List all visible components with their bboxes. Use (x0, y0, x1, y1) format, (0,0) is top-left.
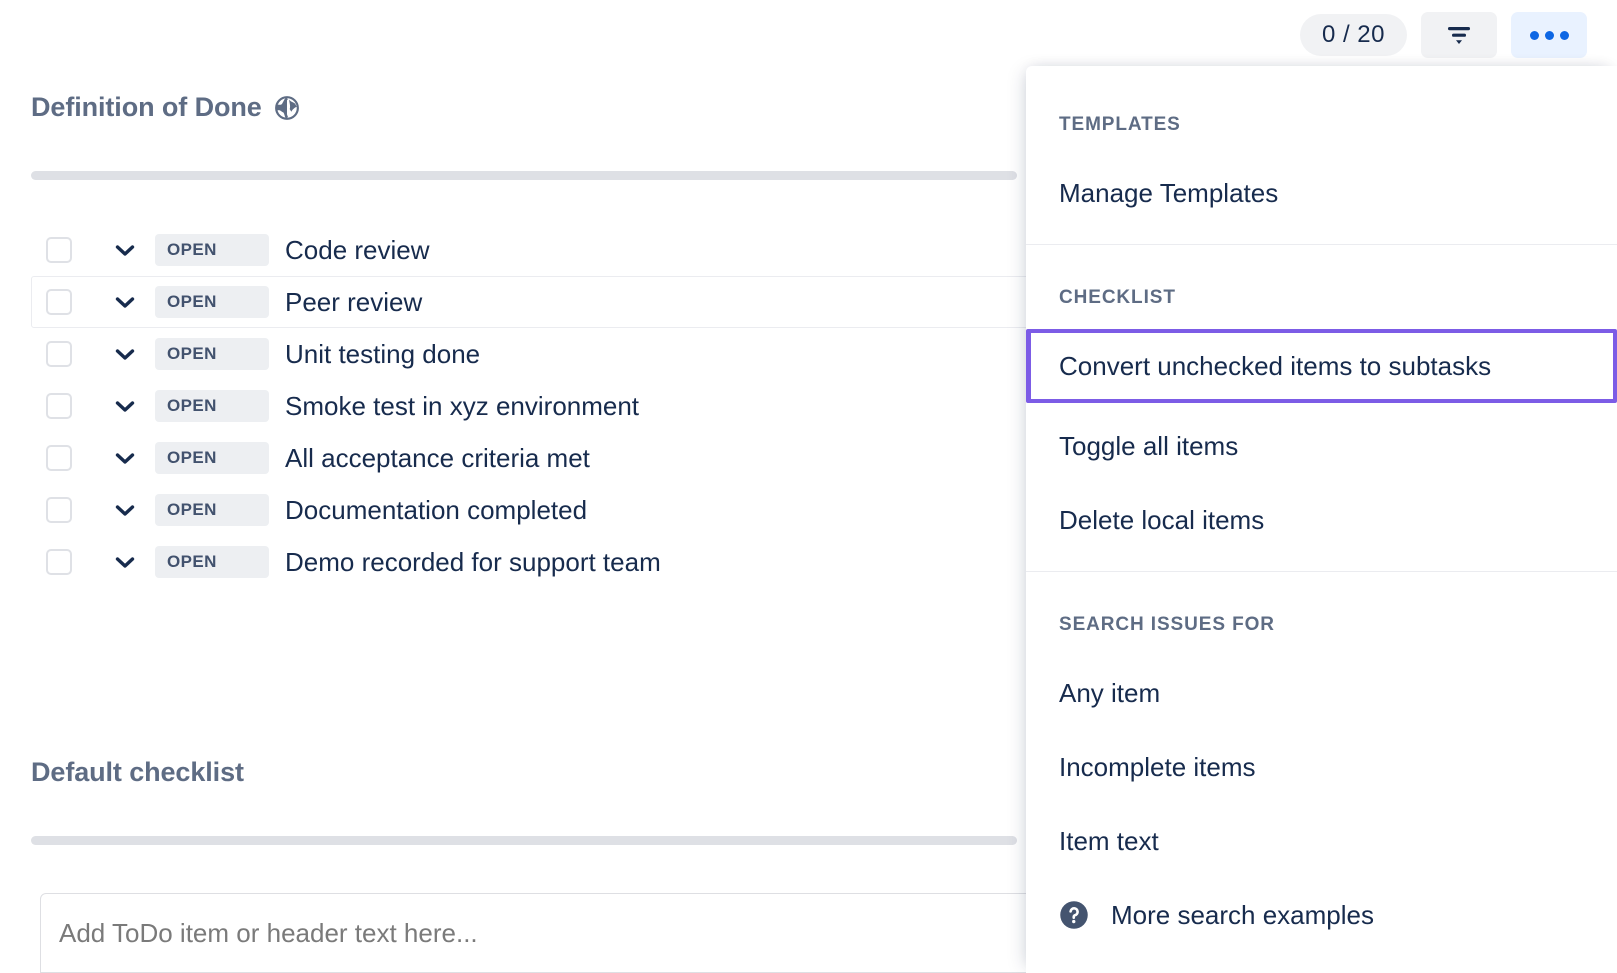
globe-icon (274, 95, 300, 121)
table-row[interactable]: OPEN Documentation completed (31, 484, 1030, 536)
chevron-down-icon[interactable] (108, 452, 142, 465)
item-checkbox[interactable] (46, 445, 72, 471)
chevron-down-icon[interactable] (108, 244, 142, 257)
default-checklist-label: Default checklist (31, 757, 244, 788)
menu-section-search-header: SEARCH ISSUES FOR (1026, 614, 1617, 636)
item-checkbox[interactable] (46, 393, 72, 419)
status-badge: OPEN (155, 494, 269, 526)
section-divider-bar (31, 171, 1017, 180)
definition-of-done-title: Definition of Done (31, 92, 300, 123)
help-circle-icon (1059, 900, 1089, 930)
more-options-menu: TEMPLATES Manage Templates CHECKLIST Con… (1026, 66, 1617, 973)
menu-item-item-text[interactable]: Item text (1026, 818, 1617, 864)
checklist-content: Definition of Done OPEN Code review (0, 0, 1030, 973)
item-checkbox[interactable] (46, 237, 72, 263)
status-badge: OPEN (155, 546, 269, 578)
menu-section-templates-header: TEMPLATES (1026, 114, 1617, 136)
item-checkbox[interactable] (46, 549, 72, 575)
menu-item-incomplete-items[interactable]: Incomplete items (1026, 744, 1617, 790)
table-row[interactable]: OPEN All acceptance criteria met (31, 432, 1030, 484)
status-badge: OPEN (155, 442, 269, 474)
item-text: Demo recorded for support team (285, 547, 661, 578)
chevron-down-icon[interactable] (108, 400, 142, 413)
menu-item-more-search-examples[interactable]: More search examples (1026, 892, 1617, 938)
add-item-input[interactable] (40, 893, 1030, 973)
item-text: Documentation completed (285, 495, 587, 526)
table-row[interactable]: OPEN Peer review (31, 276, 1030, 328)
section-divider-bar (31, 836, 1017, 845)
ellipsis-icon (1530, 31, 1569, 40)
item-checkbox[interactable] (46, 341, 72, 367)
item-text: Peer review (285, 287, 422, 318)
checklist-rows: OPEN Code review OPEN Peer review (31, 224, 1030, 588)
status-badge: OPEN (155, 286, 269, 318)
item-text: Smoke test in xyz environment (285, 391, 639, 422)
table-row[interactable]: OPEN Smoke test in xyz environment (31, 380, 1030, 432)
menu-item-convert-unchecked-to-subtasks[interactable]: Convert unchecked items to subtasks (1026, 329, 1617, 403)
definition-of-done-label: Definition of Done (31, 92, 262, 123)
chevron-down-icon[interactable] (108, 348, 142, 361)
table-row[interactable]: OPEN Demo recorded for support team (31, 536, 1030, 588)
toolbar: 0 / 20 (1300, 12, 1587, 58)
chevron-down-icon[interactable] (108, 296, 142, 309)
menu-item-manage-templates[interactable]: Manage Templates (1026, 170, 1617, 216)
item-count-badge: 0 / 20 (1300, 14, 1407, 56)
table-row[interactable]: OPEN Unit testing done (31, 328, 1030, 380)
menu-section-checklist-header: CHECKLIST (1026, 287, 1617, 309)
status-badge: OPEN (155, 390, 269, 422)
chevron-down-icon[interactable] (108, 504, 142, 517)
more-search-examples-label: More search examples (1111, 900, 1374, 931)
item-checkbox[interactable] (46, 497, 72, 523)
filter-icon (1446, 24, 1472, 46)
checklist-panel: 0 / 20 Definition of Done (0, 0, 1617, 973)
status-badge: OPEN (155, 338, 269, 370)
item-text: Code review (285, 235, 430, 266)
menu-item-any-item[interactable]: Any item (1026, 670, 1617, 716)
item-text: Unit testing done (285, 339, 480, 370)
more-options-button[interactable] (1511, 12, 1587, 58)
item-checkbox[interactable] (46, 289, 72, 315)
menu-item-delete-local-items[interactable]: Delete local items (1026, 497, 1617, 543)
menu-item-toggle-all-items[interactable]: Toggle all items (1026, 423, 1617, 469)
chevron-down-icon[interactable] (108, 556, 142, 569)
item-text: All acceptance criteria met (285, 443, 590, 474)
default-checklist-title: Default checklist (31, 757, 244, 788)
table-row[interactable]: OPEN Code review (31, 224, 1030, 276)
filter-button[interactable] (1421, 12, 1497, 58)
status-badge: OPEN (155, 234, 269, 266)
